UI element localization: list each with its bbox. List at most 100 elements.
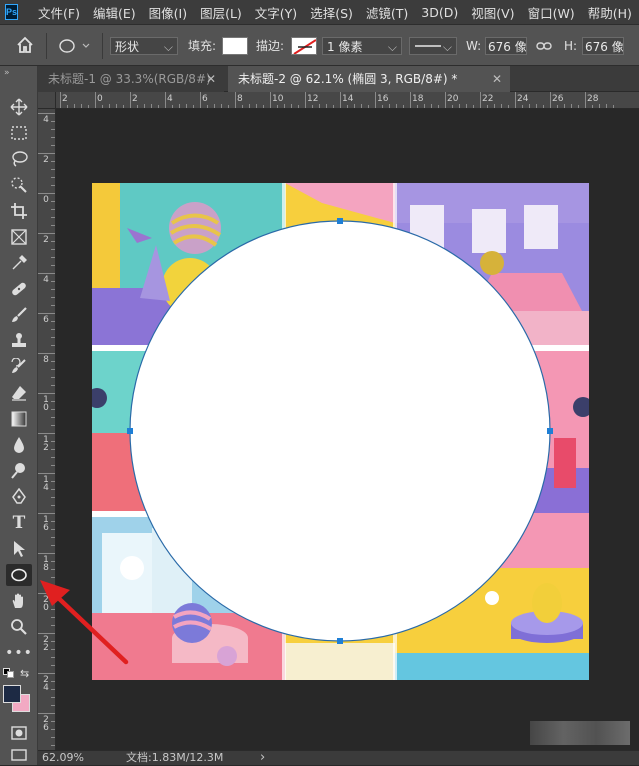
ruler-minor-tick bbox=[74, 104, 75, 108]
ruler-minor-tick bbox=[389, 104, 390, 108]
ruler-major-tick bbox=[38, 313, 55, 314]
menu-image[interactable]: 图像(I) bbox=[149, 3, 187, 22]
gradient-tool[interactable] bbox=[6, 408, 32, 430]
ruler-tick-label: 20 bbox=[447, 94, 459, 104]
status-menu-arrow[interactable]: › bbox=[260, 751, 265, 765]
fill-swatch[interactable] bbox=[222, 37, 248, 55]
zoom-tool[interactable] bbox=[6, 616, 32, 638]
ruler-corner[interactable] bbox=[38, 92, 56, 109]
foreground-color-swatch[interactable] bbox=[3, 685, 21, 703]
stroke-width-select[interactable]: 1 像素 ⌵ bbox=[322, 37, 402, 55]
ruler-major-tick bbox=[38, 713, 55, 714]
ruler-major-tick bbox=[130, 92, 131, 108]
ruler-minor-tick bbox=[51, 721, 55, 722]
more-dots-icon: ••• bbox=[5, 645, 33, 661]
eyedropper-tool[interactable] bbox=[6, 252, 32, 274]
watermark-blur bbox=[530, 721, 630, 745]
history-brush-tool[interactable] bbox=[6, 356, 32, 378]
menu-window[interactable]: 窗口(W) bbox=[528, 3, 575, 22]
anchor-point-top[interactable] bbox=[337, 218, 343, 224]
clone-stamp-tool[interactable] bbox=[6, 330, 32, 352]
close-icon[interactable]: ✕ bbox=[492, 66, 502, 92]
stroke-type-select[interactable]: ⌵ bbox=[409, 37, 457, 55]
ruler-minor-tick bbox=[51, 697, 55, 698]
ruler-major-tick bbox=[165, 92, 166, 108]
menu-help[interactable]: 帮助(H) bbox=[588, 3, 632, 22]
ruler-major-tick bbox=[305, 92, 306, 108]
width-input[interactable]: 676 像 bbox=[485, 37, 527, 55]
ruler-minor-tick bbox=[51, 289, 55, 290]
link-icon[interactable] bbox=[536, 37, 552, 55]
zoom-level[interactable]: 62.09% bbox=[42, 751, 84, 765]
ruler-major-tick bbox=[38, 193, 55, 194]
edit-toolbar-button[interactable]: ••• bbox=[5, 642, 33, 664]
menu-select[interactable]: 选择(S) bbox=[310, 3, 353, 22]
horizontal-ruler[interactable]: 2 0 2 4 6 8 10 12 14 16 18 20 22 24 26 28 bbox=[56, 92, 639, 109]
ellipse-shape-layer[interactable] bbox=[130, 221, 550, 641]
dodge-tool[interactable] bbox=[6, 460, 32, 482]
brush-tool[interactable] bbox=[6, 304, 32, 326]
ruler-minor-tick bbox=[51, 161, 55, 162]
crop-tool[interactable] bbox=[6, 200, 32, 222]
anchor-point-left[interactable] bbox=[127, 428, 133, 434]
stroke-swatch[interactable] bbox=[291, 37, 317, 55]
ellipse-icon bbox=[11, 568, 27, 582]
pen-tool[interactable] bbox=[6, 486, 32, 508]
hand-tool[interactable] bbox=[6, 590, 32, 612]
type-tool[interactable]: T bbox=[6, 512, 32, 534]
anchor-point-right[interactable] bbox=[547, 428, 553, 434]
tab-untitled-1[interactable]: 未标题-1 @ 33.3%(RGB/8#) ✕ bbox=[38, 66, 224, 92]
ruler-tick-label: 22 bbox=[482, 94, 494, 104]
status-bar: 62.09% 文档:1.83M/12.3M › bbox=[38, 750, 639, 765]
ruler-minor-tick bbox=[536, 104, 537, 108]
frame-tool[interactable] bbox=[6, 226, 32, 248]
ruler-minor-tick bbox=[529, 104, 530, 108]
ruler-tick-label: 14 bbox=[43, 475, 49, 493]
ruler-minor-tick bbox=[51, 385, 55, 386]
ruler-minor-tick bbox=[256, 104, 257, 108]
quick-selection-tool[interactable] bbox=[6, 174, 32, 196]
swap-colors-icon[interactable]: ⇆ bbox=[20, 667, 29, 680]
photoshop-logo: Ps bbox=[5, 4, 19, 20]
healing-brush-tool[interactable] bbox=[6, 278, 32, 300]
ruler-tick-label: 28 bbox=[587, 94, 599, 104]
collapse-panel-icon[interactable]: » bbox=[4, 68, 10, 78]
close-icon[interactable]: ✕ bbox=[206, 66, 216, 92]
screen-mode-button[interactable] bbox=[6, 744, 32, 766]
ruler-major-tick bbox=[515, 92, 516, 108]
tool-preset-picker[interactable] bbox=[58, 37, 92, 55]
bandage-icon bbox=[12, 282, 26, 296]
anchor-point-bottom[interactable] bbox=[337, 638, 343, 644]
canvas-area[interactable] bbox=[56, 109, 639, 750]
ruler-minor-tick bbox=[51, 121, 55, 122]
menu-edit[interactable]: 编辑(E) bbox=[93, 3, 136, 22]
eraser-tool[interactable] bbox=[6, 382, 32, 404]
move-tool[interactable] bbox=[6, 96, 32, 118]
marquee-tool[interactable] bbox=[6, 122, 32, 144]
ruler-minor-tick bbox=[221, 104, 222, 108]
blur-tool[interactable] bbox=[6, 434, 32, 456]
ruler-minor-tick bbox=[51, 185, 55, 186]
default-colors-icon[interactable] bbox=[3, 668, 15, 678]
menu-type[interactable]: 文字(Y) bbox=[255, 3, 297, 22]
path-selection-tool[interactable] bbox=[6, 538, 32, 560]
tab-untitled-2[interactable]: 未标题-2 @ 62.1% (椭圆 3, RGB/8#) * ✕ bbox=[228, 66, 510, 92]
menu-layer[interactable]: 图层(L) bbox=[200, 3, 242, 22]
ellipse-tool[interactable] bbox=[6, 564, 32, 586]
shape-mode-select[interactable]: 形状 ⌵ bbox=[110, 37, 178, 55]
menu-3d[interactable]: 3D(D) bbox=[421, 5, 458, 20]
menu-filter[interactable]: 滤镜(T) bbox=[366, 3, 408, 22]
ruler-tick-label: 10 bbox=[43, 395, 49, 413]
menu-view[interactable]: 视图(V) bbox=[471, 3, 514, 22]
ruler-major-tick bbox=[38, 153, 55, 154]
home-icon[interactable] bbox=[16, 36, 34, 54]
ruler-minor-tick bbox=[51, 729, 55, 730]
document-canvas[interactable] bbox=[92, 183, 589, 680]
quick-mask-button[interactable] bbox=[6, 722, 32, 744]
ruler-minor-tick bbox=[424, 104, 425, 108]
height-input[interactable]: 676 像 bbox=[582, 37, 624, 55]
ruler-minor-tick bbox=[51, 217, 55, 218]
menu-file[interactable]: 文件(F) bbox=[38, 3, 80, 22]
lasso-tool[interactable] bbox=[6, 148, 32, 170]
ruler-minor-tick bbox=[51, 377, 55, 378]
